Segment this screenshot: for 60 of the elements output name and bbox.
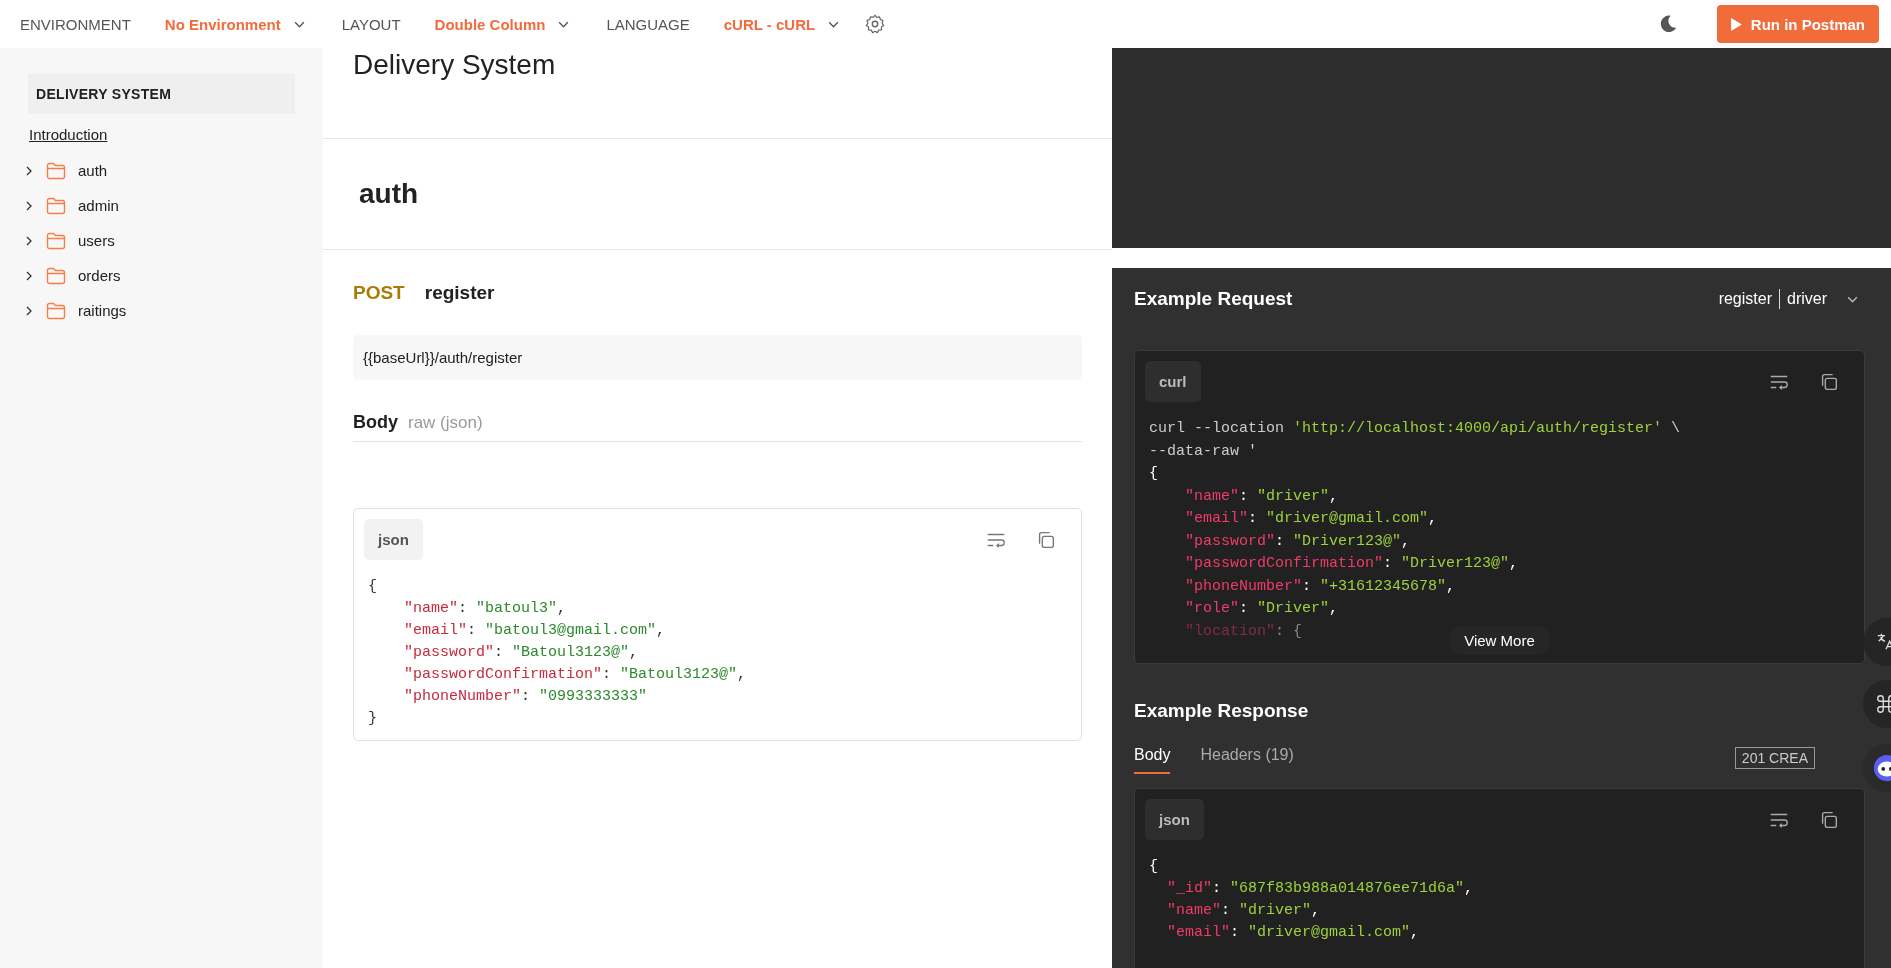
code-line: "location": { xyxy=(1184,621,1303,642)
collection-heading: Delivery System xyxy=(353,48,557,82)
code-line: { xyxy=(1149,857,1158,877)
collection-title[interactable]: DELIVERY SYSTEM xyxy=(28,74,295,114)
language-tag: json xyxy=(364,519,423,560)
folder-item[interactable]: auth xyxy=(24,153,114,188)
folder-icon xyxy=(46,266,66,285)
chevron-icon xyxy=(24,235,34,246)
introduction-link[interactable]: Introduction xyxy=(29,126,108,143)
code-line: "name": "driver", xyxy=(1184,486,1339,507)
toolbar-label: ENVIRONMENT xyxy=(20,15,131,33)
code-line: "email": "driver@gmail.com", xyxy=(1184,509,1438,529)
section-title: Example Request xyxy=(1134,288,1293,310)
code-line: { xyxy=(368,577,377,597)
code-line: "email": "driver@gmail.com", xyxy=(1166,923,1420,943)
language-tag: json xyxy=(1145,799,1204,840)
code-line: "name": "batoul3", xyxy=(403,599,567,619)
code-line: "role": "Driver", xyxy=(1184,599,1339,619)
response-tab[interactable]: Headers (19) xyxy=(1200,742,1294,774)
chevron-icon xyxy=(24,270,34,281)
code-line: "password": "Batoul3123@", xyxy=(403,643,639,663)
method-label: POST xyxy=(353,282,405,304)
folder-icon xyxy=(46,301,66,320)
language-tag: curl xyxy=(1145,361,1201,402)
code-line: "passwordConfirmation": "Driver123@", xyxy=(1184,554,1519,574)
chevron-icon xyxy=(24,200,34,211)
play-icon xyxy=(1730,17,1742,31)
code-line: { xyxy=(1149,464,1158,484)
status-badge: 201 CREA xyxy=(1734,747,1815,769)
code-line: "password": "Driver123@", xyxy=(1184,531,1411,552)
code-line: "passwordConfirmation": "Batoul3123@", xyxy=(403,665,747,685)
code-line: curl --location 'http://localhost:4000/api/auth/register' \ xyxy=(1149,419,1681,439)
response-tab[interactable]: Body xyxy=(1134,742,1171,774)
code-line: } xyxy=(368,709,377,729)
settings-icon[interactable] xyxy=(864,13,887,35)
code-line: "phoneNumber": "+31612345678", xyxy=(1184,576,1456,597)
code-line: "name": "driver", xyxy=(1166,901,1321,921)
body-mode: raw (json) xyxy=(408,413,483,433)
code-line: "phoneNumber": "0993333333" xyxy=(403,687,648,707)
request-name: register xyxy=(424,282,495,304)
example-dropdown[interactable]: register driver xyxy=(1712,288,1865,310)
folder-item[interactable]: orders xyxy=(24,258,127,293)
view-more-button[interactable]: View More xyxy=(1448,626,1551,655)
body-label: Body xyxy=(353,412,398,433)
url-field: {{baseUrl}}/auth/register xyxy=(353,335,1082,380)
folder-item[interactable]: admin xyxy=(24,188,125,223)
chevron-icon xyxy=(24,165,34,176)
folder-icon xyxy=(46,196,66,215)
chevron-icon xyxy=(24,305,34,316)
folder-heading: auth xyxy=(358,178,419,210)
toolbar-label: LANGUAGE xyxy=(606,15,690,33)
folder-icon xyxy=(46,161,66,180)
folder-icon xyxy=(46,231,66,250)
folder-item[interactable]: raitings xyxy=(24,293,133,328)
section-title: Example Response xyxy=(1134,700,1309,722)
code-line: "email": "batoul3@gmail.com", xyxy=(403,621,666,641)
toolbar-label: LAYOUT xyxy=(341,15,401,33)
code-line: "_id": "687f83b988a014876ee71d6a", xyxy=(1166,879,1474,899)
code-line: --data-raw ' xyxy=(1149,441,1258,462)
folder-item[interactable]: users xyxy=(24,223,121,258)
